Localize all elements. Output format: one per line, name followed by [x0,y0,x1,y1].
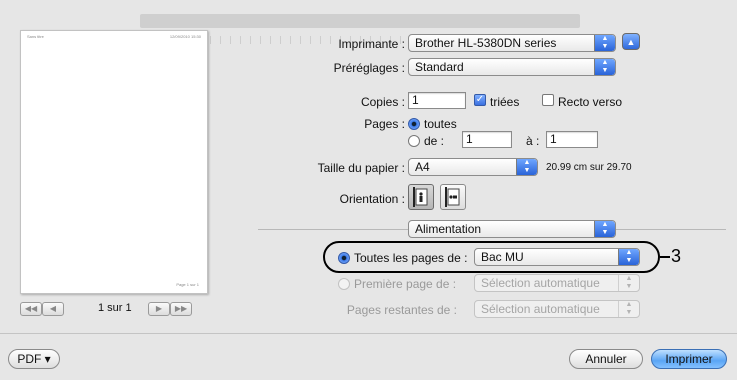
feed-remaining-popup[interactable]: Sélection automatique ▲ ▼ [474,300,640,318]
background-toolbar [140,14,580,28]
paper-size-popup[interactable]: A4 ▲ ▼ [408,158,538,176]
collated-checkbox[interactable]: ✓ [474,94,486,106]
page-preview: Sans titre 12/09/2010 15:30 Page 1 sur 1 [20,30,208,294]
portrait-orientation-icon[interactable] [408,184,434,210]
preview-header-left: Sans titre [27,34,44,39]
presets-label: Préréglages : [333,61,405,75]
callout-outline [323,241,660,273]
page-indicator: 1 sur 1 [98,302,132,314]
printer-popup[interactable]: Brother HL-5380DN series ▲ ▼ [408,34,616,52]
feed-first-page-value: Sélection automatique [481,276,600,290]
paper-size-label: Taille du papier : [317,161,405,175]
popup-arrows-icon: ▲ ▼ [618,301,639,317]
feed-first-page-popup[interactable]: Sélection automatique ▲ ▼ [474,274,640,292]
popup-arrows-icon: ▲ ▼ [594,221,615,237]
feed-remaining-label: Pages restantes de : [346,303,457,317]
pages-from-field[interactable]: 1 [462,131,512,148]
feed-first-page-label: Première page de : [354,277,457,291]
cancel-button[interactable]: Annuler [569,349,643,369]
popup-arrows-icon: ▲ ▼ [618,275,639,291]
last-page-button[interactable]: ▶▶ [170,302,192,316]
pdf-menu-button[interactable]: PDF ▾ [8,349,60,369]
printer-value: Brother HL-5380DN series [415,36,557,50]
section-divider-right [616,229,726,230]
callout-number: 3 [671,246,682,266]
preview-footer: Page 1 sur 1 [176,282,199,287]
section-value: Alimentation [415,222,482,236]
duplex-label: Recto verso [558,95,623,109]
pages-label: Pages : [364,117,405,131]
popup-arrows-icon: ▲ ▼ [594,59,615,75]
disclosure-up-icon[interactable]: ▲ [622,33,640,50]
print-button[interactable]: Imprimer [651,349,727,369]
first-page-button[interactable]: ◀◀ [20,302,42,316]
section-popup[interactable]: Alimentation ▲ ▼ [408,220,616,238]
duplex-checkbox[interactable] [542,94,554,106]
landscape-orientation-icon[interactable] [440,184,466,210]
pages-range-label: de : [424,134,445,148]
presets-popup[interactable]: Standard ▲ ▼ [408,58,616,76]
printer-label: Imprimante : [338,37,405,51]
pages-to-field[interactable]: 1 [546,131,598,148]
popup-arrows-icon: ▲ ▼ [516,159,537,175]
pages-range-radio[interactable] [408,135,420,147]
copies-label: Copies : [360,95,405,109]
paper-size-value: A4 [415,160,430,174]
print-dialog: Sans titre 12/09/2010 15:30 Page 1 sur 1… [0,0,737,380]
feed-first-page-radio[interactable] [338,278,350,290]
pages-to-label: à : [526,134,540,148]
collated-label: triées [490,95,520,109]
next-page-button[interactable]: ▶ [148,302,170,316]
orientation-label: Orientation : [339,192,405,206]
callout-leader-line [660,256,670,258]
previous-page-button[interactable]: ◀ [42,302,64,316]
feed-remaining-value: Sélection automatique [481,302,600,316]
pages-all-radio[interactable] [408,118,420,130]
paper-dimensions: 20.99 cm sur 29.70 [546,162,632,173]
presets-value: Standard [415,60,464,74]
copies-field[interactable]: 1 [408,92,466,109]
pages-all-label: toutes [424,117,457,131]
preview-header-right: 12/09/2010 15:30 [169,34,201,39]
footer-divider [0,333,737,334]
section-divider-left [258,229,408,230]
popup-arrows-icon: ▲ ▼ [594,35,615,51]
